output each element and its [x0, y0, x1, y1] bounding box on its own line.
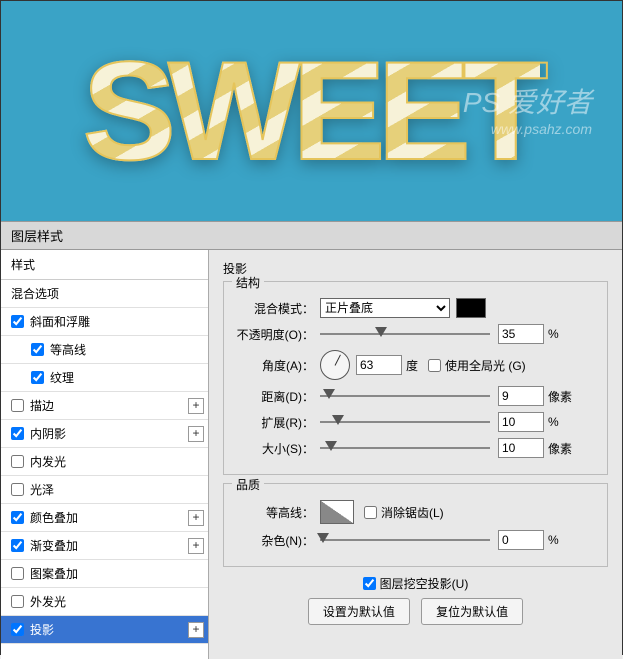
size-slider[interactable]: [320, 441, 490, 455]
style-checkbox[interactable]: [11, 455, 24, 468]
style-checkbox[interactable]: [11, 511, 24, 524]
antialias-checkbox[interactable]: 消除锯齿(L): [364, 504, 444, 521]
opacity-label: 不透明度(O)：: [234, 326, 320, 343]
style-checkbox[interactable]: [11, 399, 24, 412]
style-label: 颜色叠加: [30, 509, 188, 526]
style-checkbox[interactable]: [11, 567, 24, 580]
structure-fieldset: 结构 混合模式： 正片叠底 不透明度(O)： % 角度(A)：: [223, 281, 608, 475]
opacity-slider[interactable]: [320, 327, 490, 341]
styles-header[interactable]: 样式: [1, 250, 208, 280]
styles-sidebar: 样式 混合选项 斜面和浮雕等高线纹理描边+内阴影+内发光光泽颜色叠加+渐变叠加+…: [1, 250, 209, 659]
dialog-title: 图层样式: [1, 221, 622, 250]
add-effect-icon[interactable]: +: [188, 510, 204, 526]
spread-slider[interactable]: [320, 415, 490, 429]
style-checkbox[interactable]: [31, 371, 44, 384]
style-checkbox[interactable]: [11, 483, 24, 496]
contour-label: 等高线：: [234, 504, 320, 521]
size-label: 大小(S)：: [234, 440, 320, 457]
preview-area: SWEET PS 爱好者 www.psahz.com: [1, 1, 622, 221]
shadow-color-swatch[interactable]: [456, 298, 486, 318]
panel-title: 投影: [223, 260, 608, 277]
style-label: 内发光: [30, 453, 204, 470]
size-unit: 像素: [548, 440, 572, 457]
style-label: 纹理: [50, 369, 204, 386]
style-label: 描边: [30, 397, 188, 414]
style-label: 斜面和浮雕: [30, 313, 204, 330]
spread-label: 扩展(R)：: [234, 414, 320, 431]
angle-input[interactable]: [356, 355, 402, 375]
spread-unit: %: [548, 415, 559, 429]
distance-slider[interactable]: [320, 389, 490, 403]
style-row-6[interactable]: 光泽: [1, 476, 208, 504]
style-checkbox[interactable]: [11, 315, 24, 328]
global-light-checkbox[interactable]: 使用全局光 (G): [428, 357, 526, 374]
knockout-checkbox[interactable]: 图层挖空投影(U): [363, 575, 469, 592]
quality-legend: 品质: [232, 476, 264, 493]
style-checkbox[interactable]: [11, 427, 24, 440]
style-label: 外发光: [30, 593, 204, 610]
make-default-button[interactable]: 设置为默认值: [308, 598, 410, 625]
style-label: 投影: [30, 621, 188, 638]
style-row-1[interactable]: 等高线: [1, 336, 208, 364]
add-effect-icon[interactable]: +: [188, 398, 204, 414]
style-label: 渐变叠加: [30, 537, 188, 554]
add-effect-icon[interactable]: +: [188, 426, 204, 442]
structure-legend: 结构: [232, 274, 264, 291]
angle-label: 角度(A)：: [234, 357, 320, 374]
distance-label: 距离(D)：: [234, 388, 320, 405]
style-row-9[interactable]: 图案叠加: [1, 560, 208, 588]
noise-label: 杂色(N)：: [234, 532, 320, 549]
blend-mode-select[interactable]: 正片叠底: [320, 298, 450, 318]
size-input[interactable]: [498, 438, 544, 458]
spread-input[interactable]: [498, 412, 544, 432]
opacity-input[interactable]: [498, 324, 544, 344]
contour-picker[interactable]: [320, 500, 354, 524]
style-row-7[interactable]: 颜色叠加+: [1, 504, 208, 532]
style-row-11[interactable]: 投影+: [1, 616, 208, 644]
style-row-4[interactable]: 内阴影+: [1, 420, 208, 448]
add-effect-icon[interactable]: +: [188, 622, 204, 638]
distance-unit: 像素: [548, 388, 572, 405]
style-label: 图案叠加: [30, 565, 204, 582]
style-label: 光泽: [30, 481, 204, 498]
style-row-0[interactable]: 斜面和浮雕: [1, 308, 208, 336]
blend-options-row[interactable]: 混合选项: [1, 280, 208, 308]
dialog-body: 样式 混合选项 斜面和浮雕等高线纹理描边+内阴影+内发光光泽颜色叠加+渐变叠加+…: [1, 250, 622, 659]
style-checkbox[interactable]: [11, 595, 24, 608]
style-label: 内阴影: [30, 425, 188, 442]
style-checkbox[interactable]: [31, 343, 44, 356]
reset-default-button[interactable]: 复位为默认值: [421, 598, 523, 625]
angle-dial[interactable]: [320, 350, 350, 380]
quality-fieldset: 品质 等高线： 消除锯齿(L) 杂色(N)： %: [223, 483, 608, 567]
noise-unit: %: [548, 533, 559, 547]
style-checkbox[interactable]: [11, 623, 24, 636]
noise-input[interactable]: [498, 530, 544, 550]
noise-slider[interactable]: [320, 533, 490, 547]
style-label: 等高线: [50, 341, 204, 358]
style-row-5[interactable]: 内发光: [1, 448, 208, 476]
add-effect-icon[interactable]: +: [188, 538, 204, 554]
distance-input[interactable]: [498, 386, 544, 406]
style-row-10[interactable]: 外发光: [1, 588, 208, 616]
style-row-8[interactable]: 渐变叠加+: [1, 532, 208, 560]
watermark: PS 爱好者 www.psahz.com: [463, 81, 592, 137]
opacity-unit: %: [548, 327, 559, 341]
style-row-2[interactable]: 纹理: [1, 364, 208, 392]
angle-unit: 度: [406, 357, 418, 374]
blend-mode-label: 混合模式：: [234, 300, 320, 317]
style-row-3[interactable]: 描边+: [1, 392, 208, 420]
settings-panel: 投影 结构 混合模式： 正片叠底 不透明度(O)： % 角度(A)：: [209, 250, 622, 659]
style-checkbox[interactable]: [11, 539, 24, 552]
